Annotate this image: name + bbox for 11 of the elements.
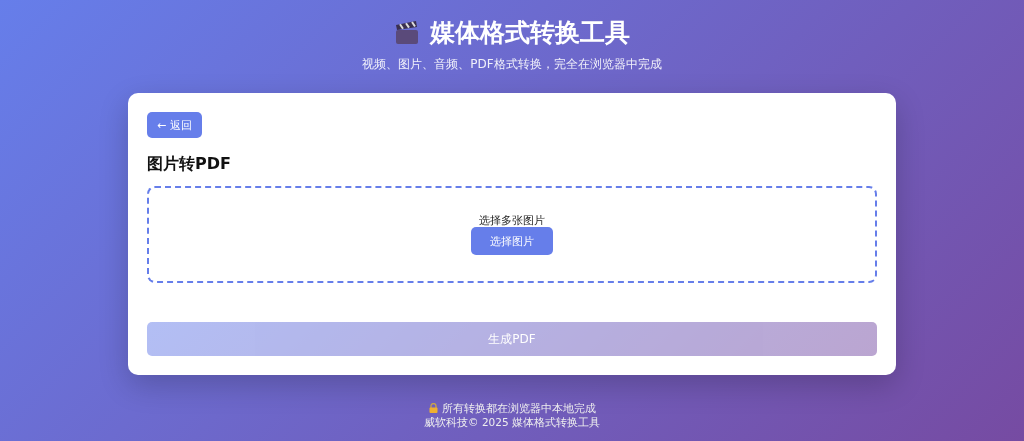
back-button[interactable]: ← 返回: [147, 112, 202, 138]
section-heading: 图片转PDF: [147, 154, 232, 174]
dropzone-label: 选择多张图片: [479, 214, 545, 227]
app-title: 媒体格式转换工具: [430, 17, 630, 49]
upload-dropzone[interactable]: 选择多张图片 选择图片: [147, 186, 877, 283]
copyright-text: 威软科技© 2025 媒体格式转换工具: [424, 415, 600, 429]
lock-icon: [428, 403, 438, 413]
app-subtitle: 视频、图片、音频、PDF格式转换，完全在浏览器中完成: [362, 56, 662, 73]
select-images-button[interactable]: 选择图片: [471, 227, 553, 255]
footer-note: 所有转换都在浏览器中本地完成: [441, 401, 596, 415]
clapperboard-icon: [394, 20, 420, 46]
